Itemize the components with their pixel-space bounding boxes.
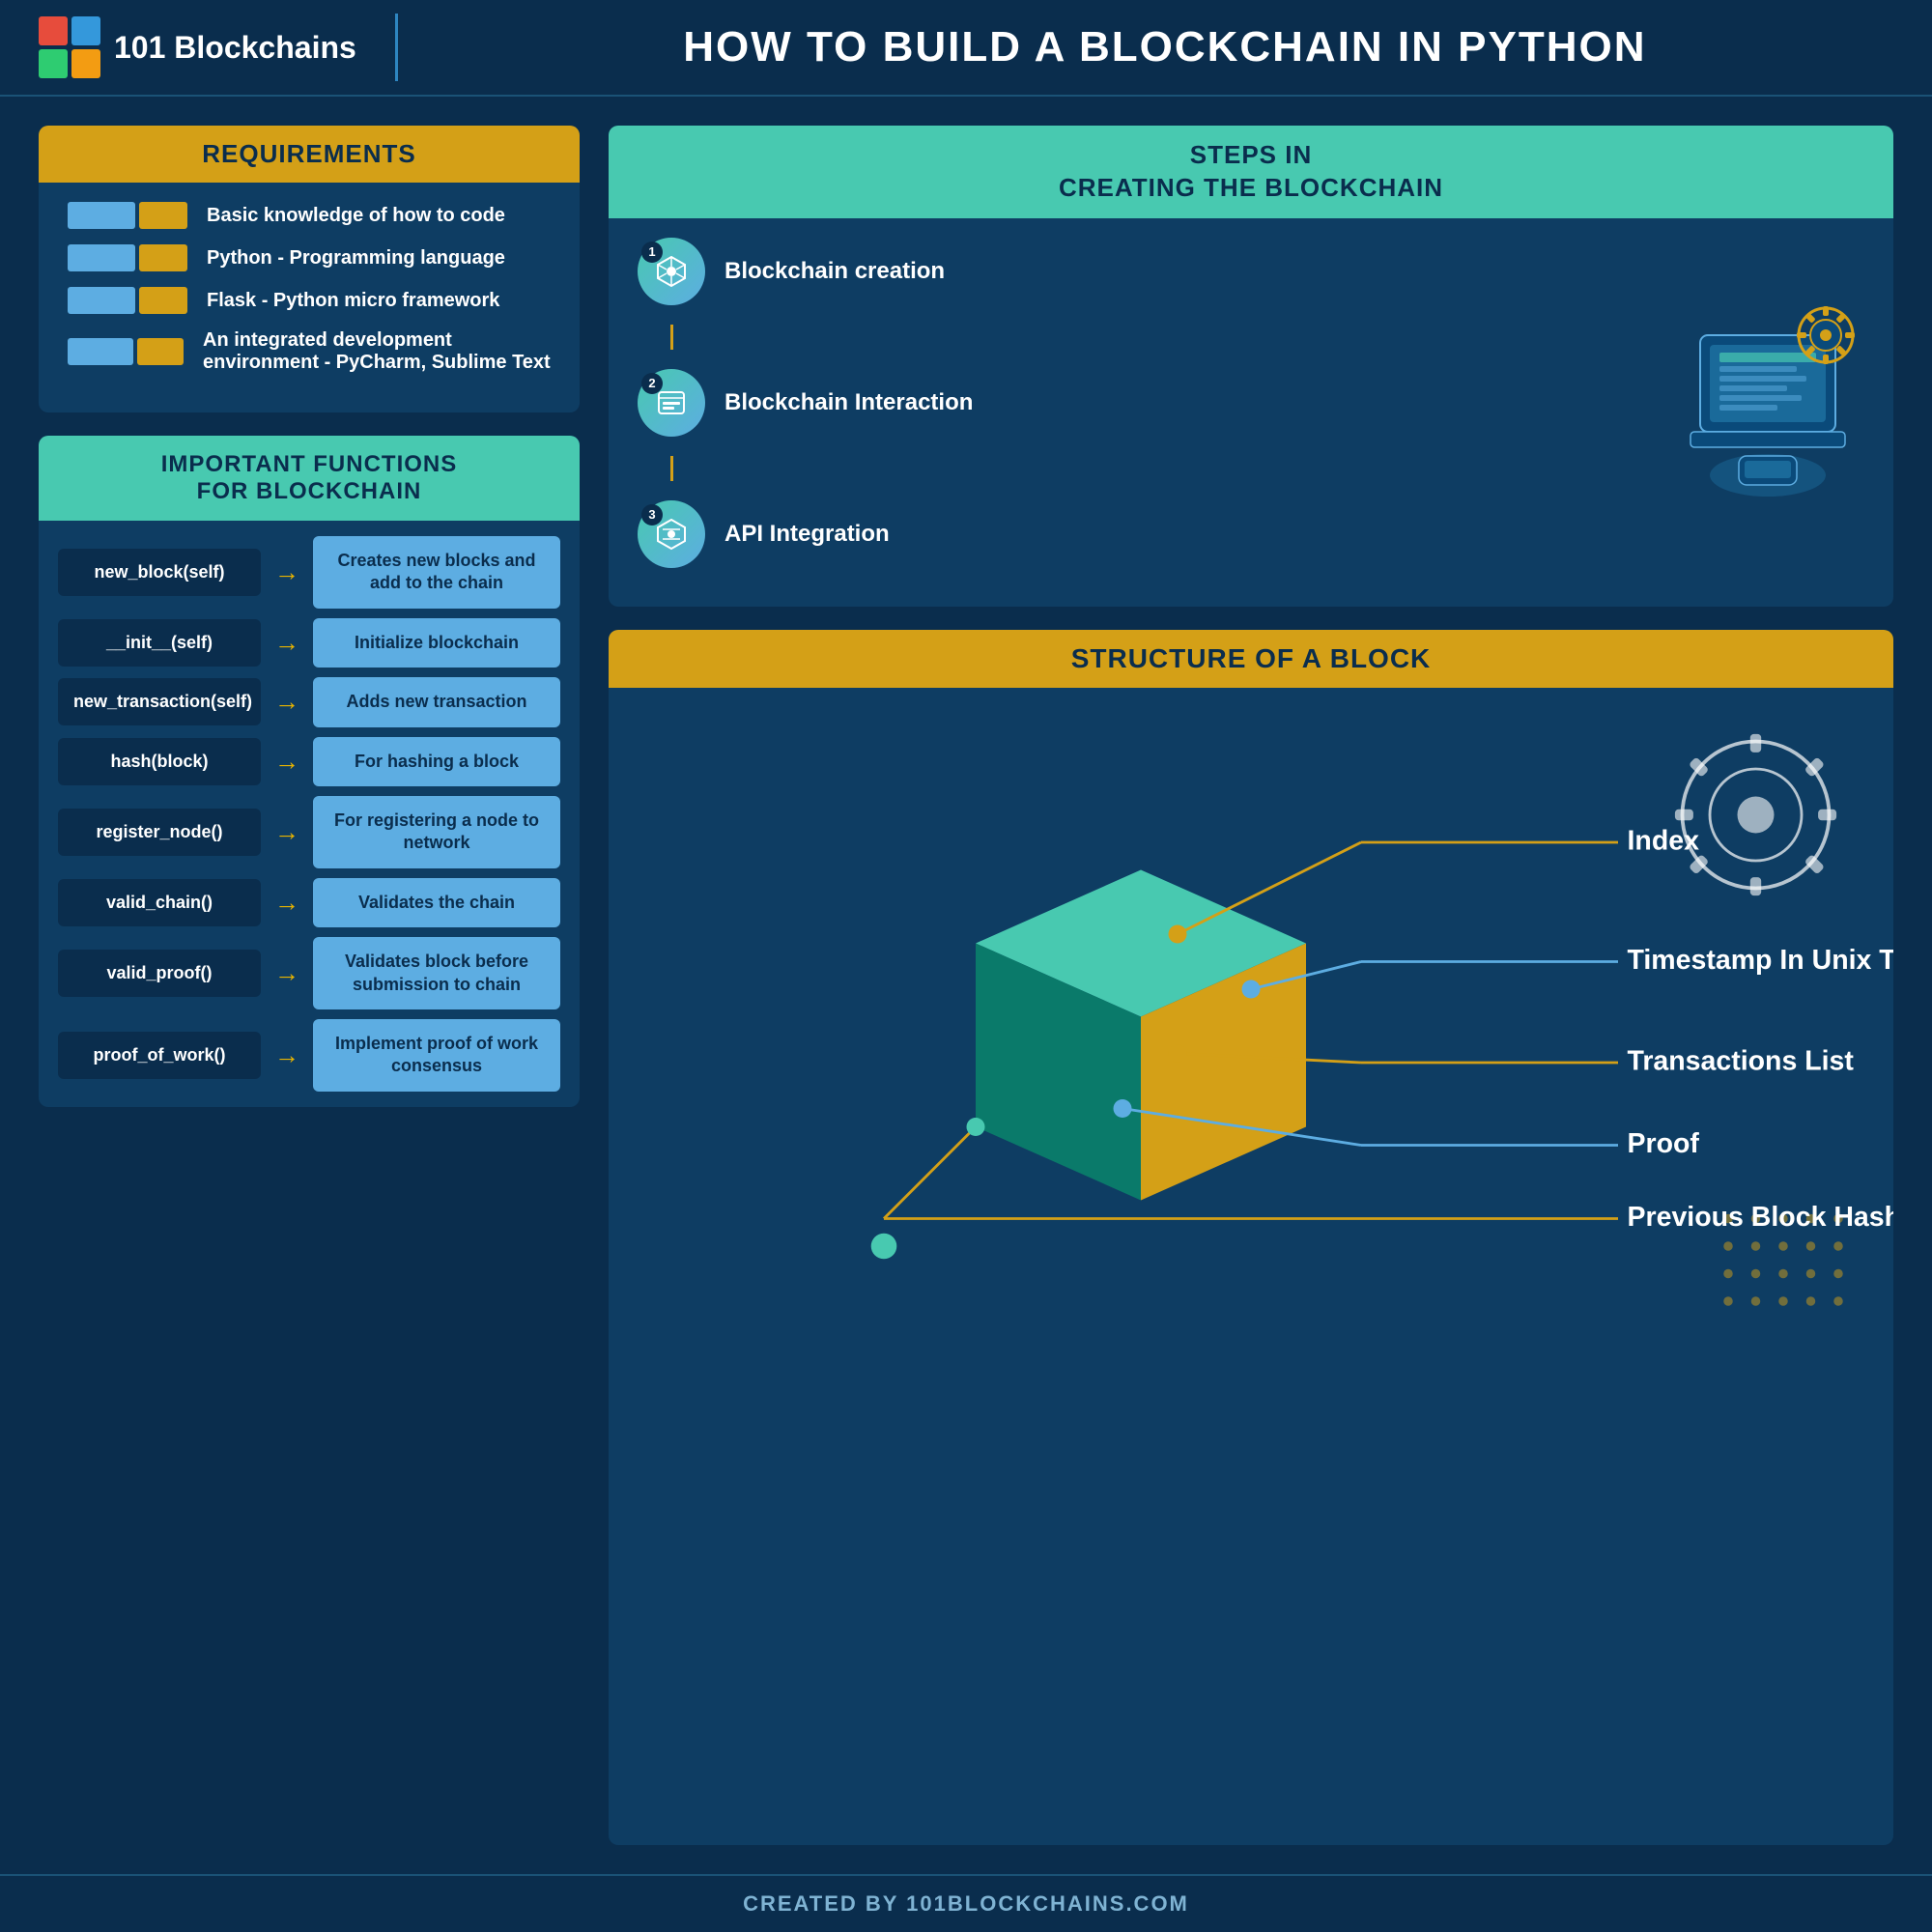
func-desc-7: Implement proof of work consensus	[313, 1019, 560, 1092]
footer: CREATED BY 101BLOCKCHAINS.COM	[0, 1874, 1932, 1932]
req-text-4: An integrated development environment - …	[203, 329, 551, 374]
bar-blue-3	[68, 287, 135, 314]
functions-heading: IMPORTANT FUNCTIONS FOR BLOCKCHAIN	[39, 436, 580, 521]
bar-yellow-4	[137, 338, 184, 365]
req-item-3: Flask - Python micro framework	[68, 287, 551, 314]
step-label-1: Blockchain creation	[724, 258, 945, 285]
func-row-6: valid_proof() → Validates block before s…	[58, 937, 560, 1009]
right-column: STEPS IN CREATING THE BLOCKCHAIN 1	[609, 126, 1893, 1845]
req-item-1: Basic knowledge of how to code	[68, 202, 551, 229]
header-divider	[395, 14, 398, 81]
left-column: REQUIREMENTS Basic knowledge of how to c…	[39, 126, 580, 1845]
func-name-3: hash(block)	[58, 738, 261, 785]
req-item-2: Python - Programming language	[68, 244, 551, 271]
req-text-1: Basic knowledge of how to code	[207, 205, 505, 227]
steps-section: STEPS IN CREATING THE BLOCKCHAIN 1	[609, 126, 1893, 607]
functions-section: IMPORTANT FUNCTIONS FOR BLOCKCHAIN new_b…	[39, 436, 580, 1107]
req-text-3: Flask - Python micro framework	[207, 290, 499, 312]
func-row-1: __init__(self) → Initialize blockchain	[58, 618, 560, 668]
step-item-2: 2 Blockchain Interaction	[638, 369, 1642, 437]
func-desc-2: Adds new transaction	[313, 677, 560, 726]
requirements-heading: REQUIREMENTS	[39, 126, 580, 183]
step-icon-3: 3	[638, 500, 705, 568]
func-row-7: proof_of_work() → Implement proof of wor…	[58, 1019, 560, 1092]
steps-heading: STEPS IN CREATING THE BLOCKCHAIN	[609, 126, 1893, 218]
block-diagram: Index Timestamp In Unix Time Transaction…	[609, 688, 1893, 1364]
func-arrow-7: →	[272, 1040, 301, 1070]
logo-area: 101 Blockchains	[39, 16, 356, 78]
func-desc-4: For registering a node to network	[313, 796, 560, 868]
func-name-0: new_block(self)	[58, 549, 261, 596]
steps-list: 1	[638, 238, 1642, 568]
logo-icon	[39, 16, 100, 78]
step-label-2: Blockchain Interaction	[724, 389, 973, 416]
main-content: REQUIREMENTS Basic knowledge of how to c…	[0, 97, 1932, 1874]
steps-illustration	[1671, 297, 1864, 509]
func-arrow-0: →	[272, 557, 301, 587]
bar-blue-4	[68, 338, 133, 365]
func-name-7: proof_of_work()	[58, 1032, 261, 1079]
step-number-1: 1	[641, 242, 663, 263]
logo-text: 101 Blockchains	[114, 30, 356, 66]
step-icon-2: 2	[638, 369, 705, 437]
req-bar-4	[68, 338, 184, 365]
req-bar-2	[68, 244, 187, 271]
func-row-2: new_transaction(self) → Adds new transac…	[58, 677, 560, 726]
requirements-section: REQUIREMENTS Basic knowledge of how to c…	[39, 126, 580, 412]
func-desc-1: Initialize blockchain	[313, 618, 560, 668]
req-bar-1	[68, 202, 187, 229]
functions-list: new_block(self) → Creates new blocks and…	[39, 521, 580, 1107]
header: 101 Blockchains HOW TO BUILD A BLOCKCHAI…	[0, 0, 1932, 97]
func-desc-5: Validates the chain	[313, 878, 560, 927]
step-label-3: API Integration	[724, 521, 890, 548]
step-icon-1: 1	[638, 238, 705, 305]
requirements-list: Basic knowledge of how to code Python - …	[39, 183, 580, 393]
bar-blue-2	[68, 244, 135, 271]
step-item-1: 1	[638, 238, 1642, 305]
step-item-3: 3 API Integration	[638, 500, 1642, 568]
bar-yellow-2	[139, 244, 187, 271]
func-name-6: valid_proof()	[58, 950, 261, 997]
func-row-5: valid_chain() → Validates the chain	[58, 878, 560, 927]
step-number-3: 3	[641, 504, 663, 526]
step-connector-2	[670, 456, 673, 481]
step-connector-1	[670, 325, 673, 350]
func-arrow-1: →	[272, 628, 301, 658]
step-number-2: 2	[641, 373, 663, 394]
req-bar-3	[68, 287, 187, 314]
func-name-4: register_node()	[58, 809, 261, 856]
func-arrow-2: →	[272, 687, 301, 717]
computer-illustration	[1681, 297, 1855, 509]
steps-content: 1	[609, 218, 1893, 587]
block-structure-svg: Index Timestamp In Unix Time Transaction…	[609, 688, 1893, 1364]
func-desc-6: Validates block before submission to cha…	[313, 937, 560, 1009]
bar-yellow	[139, 202, 187, 229]
header-title: HOW TO BUILD A BLOCKCHAIN IN PYTHON	[437, 23, 1893, 71]
footer-text: CREATED BY 101BLOCKCHAINS.COM	[743, 1891, 1189, 1917]
svg-text:Previous Block Hash: Previous Block Hash	[1628, 1202, 1894, 1233]
req-text-2: Python - Programming language	[207, 247, 505, 270]
svg-text:Timestamp In Unix Time: Timestamp In Unix Time	[1628, 945, 1894, 976]
req-item-4: An integrated development environment - …	[68, 329, 551, 374]
bar-yellow-3	[139, 287, 187, 314]
func-arrow-5: →	[272, 888, 301, 918]
func-row-0: new_block(self) → Creates new blocks and…	[58, 536, 560, 609]
svg-text:Index: Index	[1628, 825, 1700, 856]
func-row-4: register_node() → For registering a node…	[58, 796, 560, 868]
func-name-5: valid_chain()	[58, 879, 261, 926]
func-name-1: __init__(self)	[58, 619, 261, 667]
block-structure-section: STRUCTURE OF A BLOCK	[609, 630, 1893, 1845]
func-desc-3: For hashing a block	[313, 737, 560, 786]
func-arrow-3: →	[272, 747, 301, 777]
bar-blue	[68, 202, 135, 229]
func-desc-0: Creates new blocks and add to the chain	[313, 536, 560, 609]
func-arrow-4: →	[272, 817, 301, 847]
func-name-2: new_transaction(self)	[58, 678, 261, 725]
svg-text:Transactions List: Transactions List	[1628, 1045, 1855, 1076]
block-structure-heading: STRUCTURE OF A BLOCK	[609, 630, 1893, 688]
func-row-3: hash(block) → For hashing a block	[58, 737, 560, 786]
svg-text:Proof: Proof	[1628, 1128, 1700, 1159]
func-arrow-6: →	[272, 958, 301, 988]
